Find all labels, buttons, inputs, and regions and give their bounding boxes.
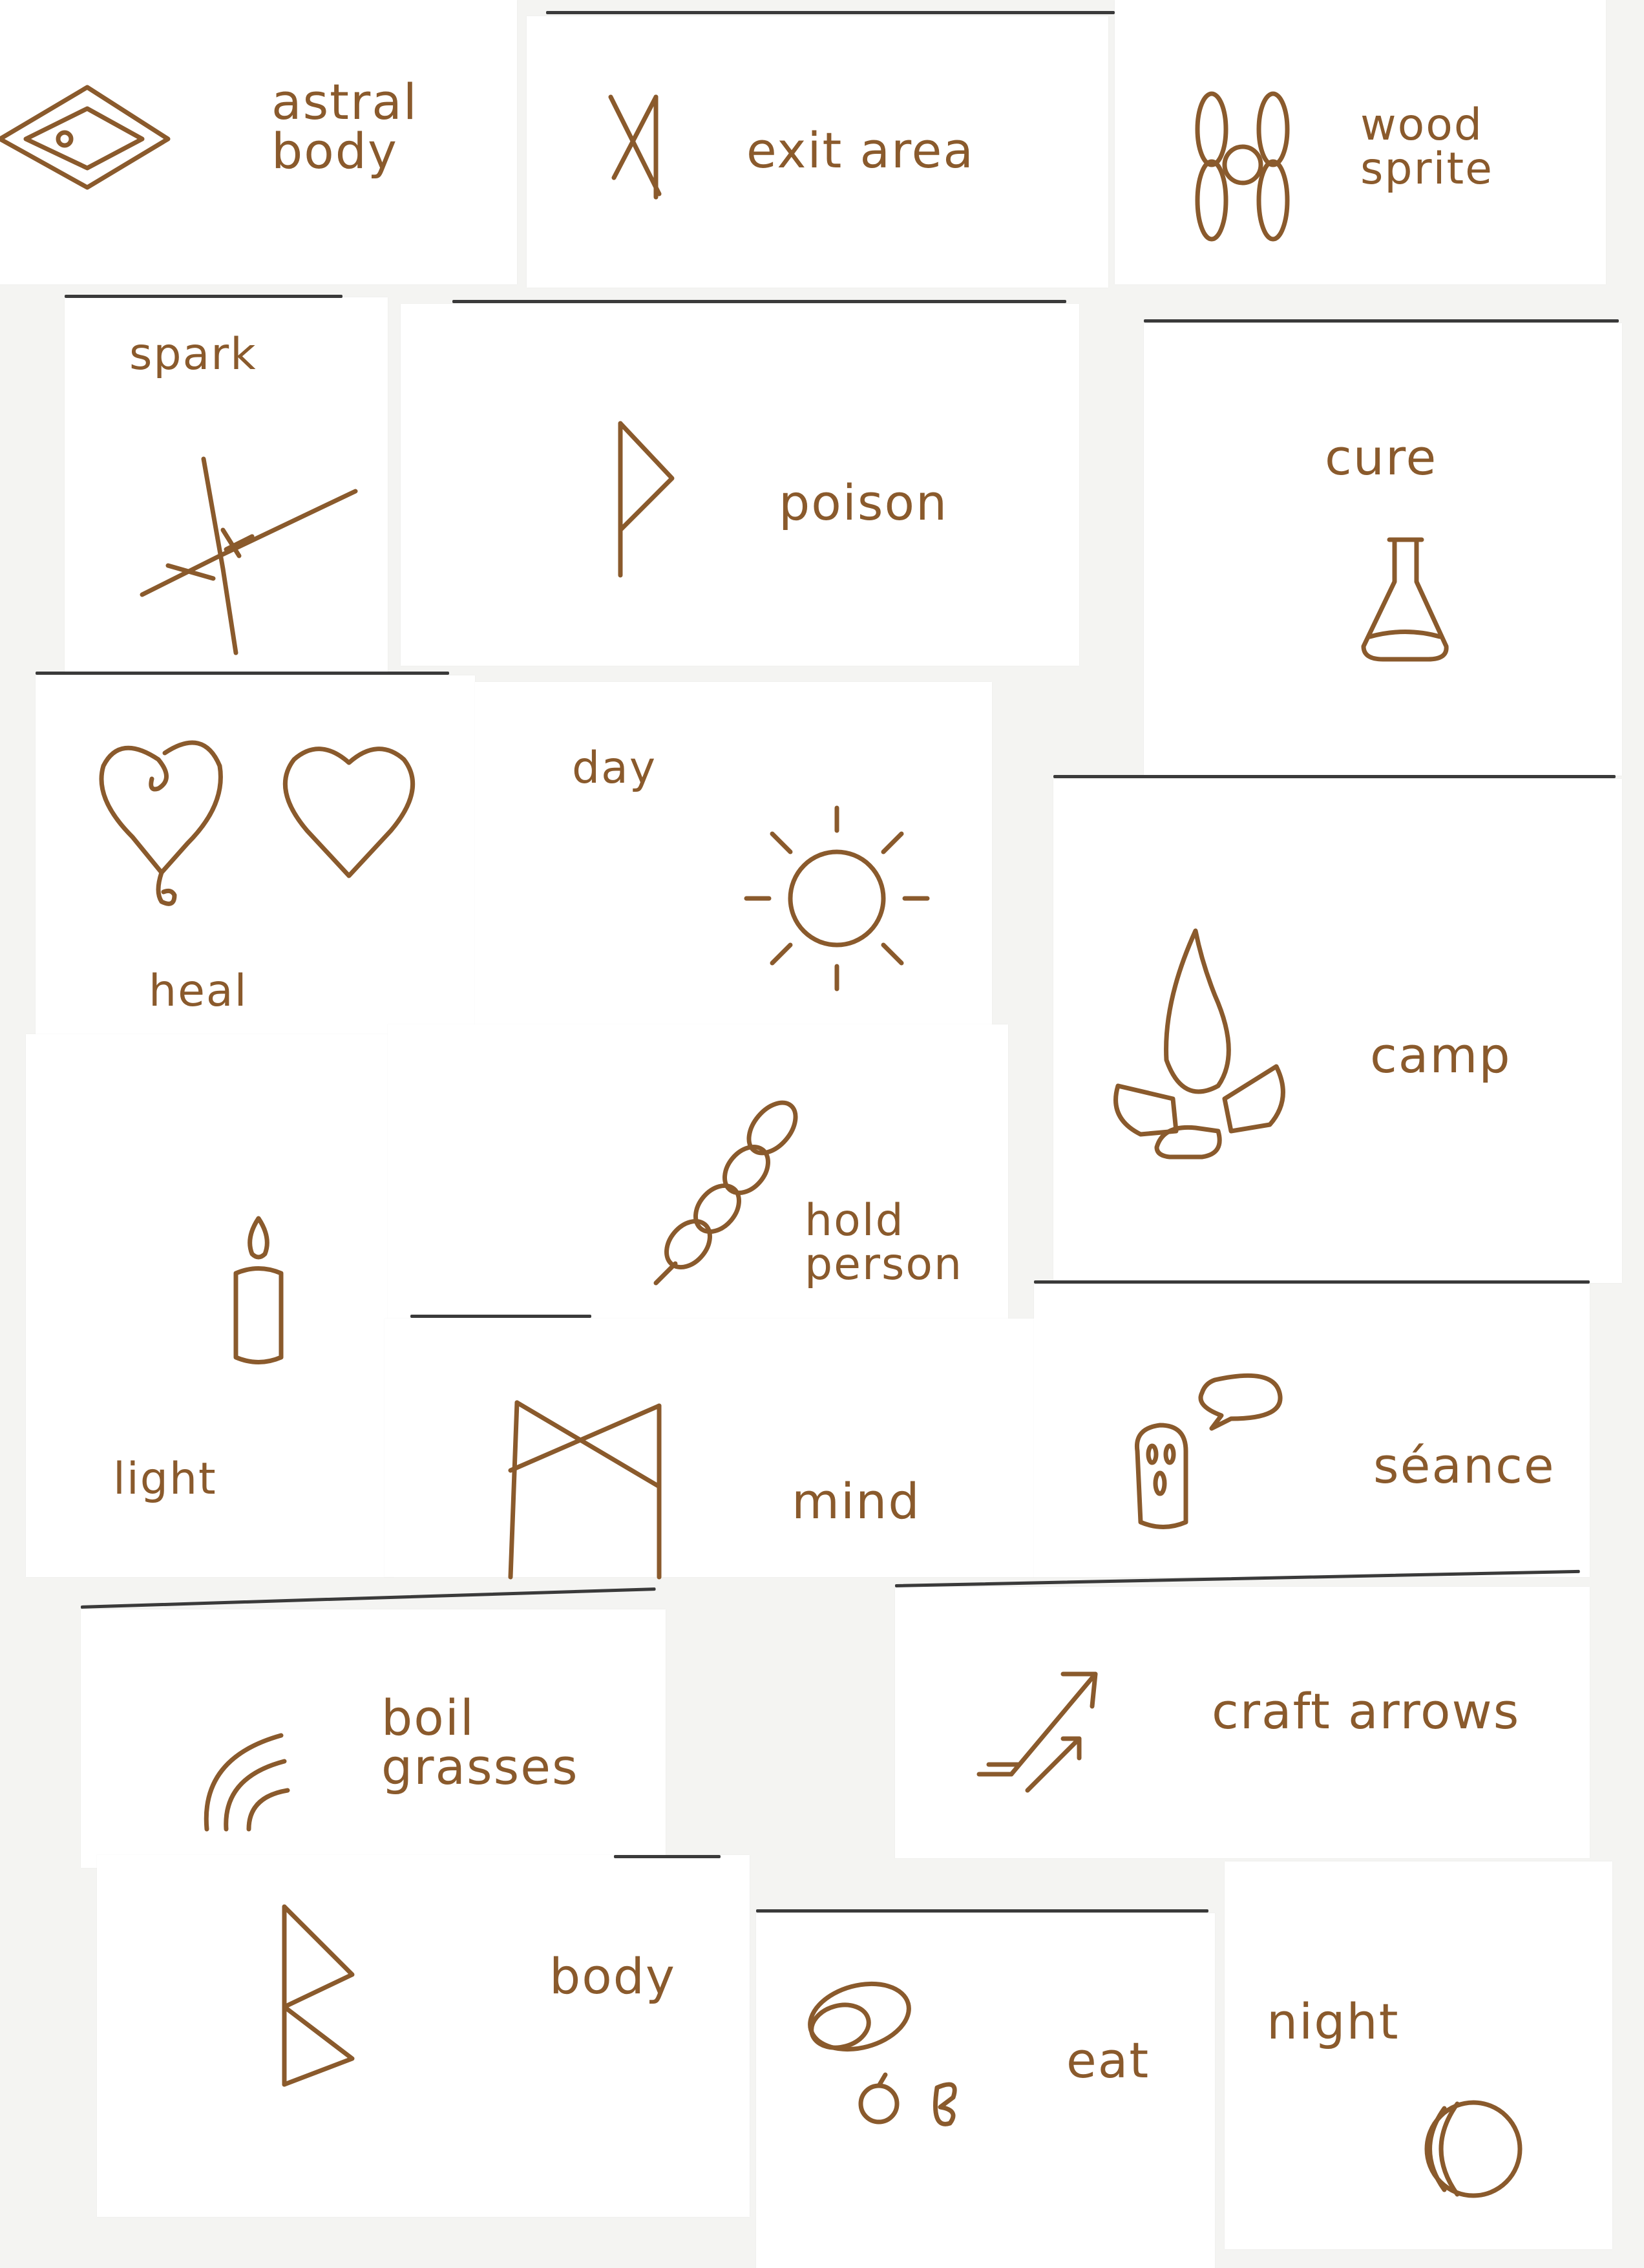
- card-edge: [80, 1587, 656, 1609]
- card-label: camp: [1370, 1026, 1512, 1084]
- card-edge: [36, 672, 449, 675]
- card-label: spark: [129, 329, 257, 380]
- candle-icon: [233, 1216, 284, 1364]
- steam-arcs-icon: [204, 1733, 290, 1832]
- card-spark: spark: [65, 295, 388, 672]
- card-edge: [452, 300, 1066, 303]
- card-craft-arrows: craft arrows: [894, 1569, 1590, 1858]
- card-boil-grasses: boil grasses: [80, 1587, 666, 1868]
- card-label: séance: [1373, 1437, 1555, 1494]
- card-label: body: [549, 1947, 676, 2005]
- card-heal: heal: [36, 672, 475, 1037]
- card-label: night: [1267, 1993, 1400, 2050]
- chain-icon: [653, 1100, 798, 1286]
- sun-icon: [744, 805, 930, 991]
- card-poison: poison: [401, 300, 1079, 666]
- card-edge: [410, 1315, 591, 1318]
- card-label: eat: [1066, 2031, 1150, 2089]
- card-light: light: [26, 1034, 394, 1577]
- card-cure: cure: [1144, 319, 1622, 776]
- food-icon: [808, 1981, 957, 2126]
- card-label: light: [113, 1454, 217, 1505]
- card-label: day: [572, 743, 657, 794]
- heart-icon: [282, 747, 416, 878]
- spark-icon: [140, 456, 358, 655]
- campfire-icon: [1113, 928, 1285, 1160]
- heart-icon: [99, 740, 223, 906]
- exit-rune-icon: [608, 94, 662, 200]
- nested-diamond-icon: [0, 85, 171, 190]
- card-label: heal: [149, 966, 248, 1017]
- card-label: wood sprite: [1360, 100, 1493, 195]
- card-body: body: [97, 1855, 750, 2217]
- mind-rune-icon: [508, 1400, 662, 1580]
- crescent-moon-icon: [1424, 2100, 1523, 2198]
- card-edge: [546, 11, 1115, 14]
- wunjo-rune-icon: [618, 421, 675, 578]
- card-edge: [756, 1909, 1208, 1913]
- flask-icon: [1361, 537, 1449, 662]
- card-seance: séance: [1034, 1280, 1590, 1577]
- card-eat: eat: [756, 1909, 1215, 2268]
- card-label: mind: [792, 1472, 921, 1530]
- wood-sprite-knot-icon: [1195, 91, 1290, 242]
- card-label: poison: [779, 474, 949, 531]
- card-edge: [614, 1855, 721, 1858]
- ghost-speech-icon: [1134, 1373, 1283, 1529]
- card-mind: mind: [385, 1315, 1034, 1580]
- card-wood-sprite: wood sprite: [1115, 0, 1606, 284]
- card-hold-person: hold person: [388, 1024, 1008, 1361]
- card-label: astral body: [271, 73, 418, 180]
- card-night: night: [1225, 1861, 1612, 2249]
- card-day: day: [475, 682, 992, 1031]
- card-edge: [1144, 319, 1619, 323]
- card-edge: [65, 295, 342, 298]
- berkano-rune-icon: [282, 1904, 355, 2087]
- card-astral-body: astral body: [0, 0, 517, 284]
- card-label: hold person: [805, 1195, 964, 1290]
- card-label: exit area: [746, 122, 975, 179]
- card-label: boil grasses: [381, 1689, 579, 1796]
- card-edge: [1034, 1280, 1590, 1284]
- card-exit-area: exit area: [527, 11, 1115, 288]
- card-label: craft arrows: [1212, 1682, 1521, 1740]
- card-label: cure: [1325, 429, 1438, 486]
- arrows-icon: [976, 1671, 1098, 1793]
- card-camp: camp: [1053, 775, 1622, 1283]
- card-edge: [1053, 775, 1616, 778]
